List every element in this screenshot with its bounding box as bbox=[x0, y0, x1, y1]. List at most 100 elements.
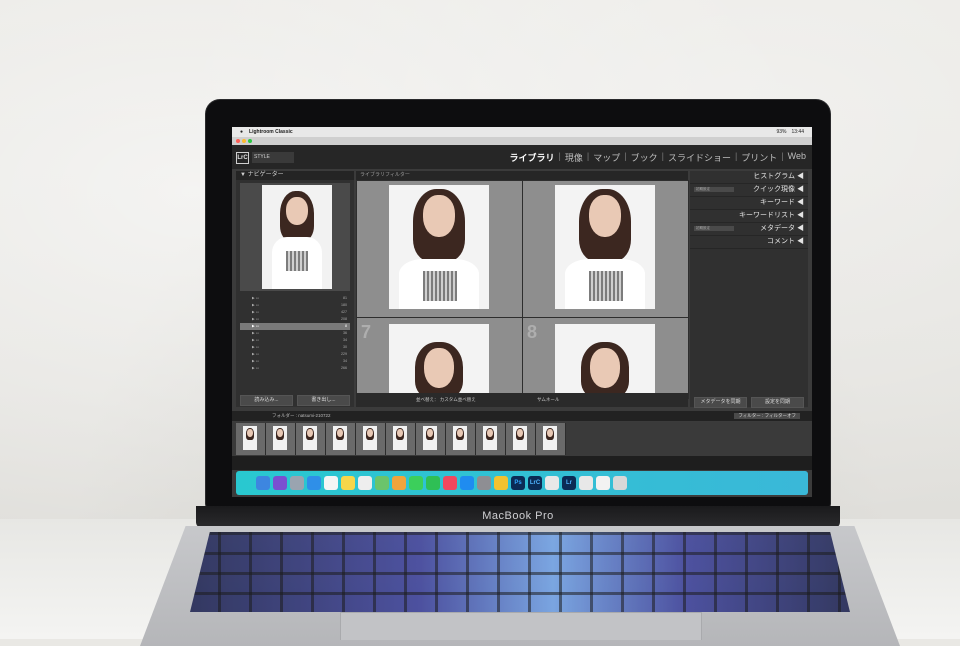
folder-item[interactable]: ▶ ▭ 81 bbox=[240, 295, 350, 302]
folder-item-selected[interactable]: ▶ ▭ 8 bbox=[240, 323, 350, 330]
grid-cell[interactable]: 8 bbox=[522, 317, 689, 399]
grid-photo bbox=[555, 324, 655, 398]
panel-quick-develop[interactable]: 初期設定 クイック現像 ◀ bbox=[690, 184, 808, 197]
navigator-label: ナビゲーター bbox=[247, 172, 284, 178]
folder-item[interactable]: ▶ ▭ 180 bbox=[240, 302, 350, 309]
folder-item[interactable]: ▶ ▭ 427 bbox=[240, 309, 350, 316]
minimize-window-icon[interactable] bbox=[242, 139, 246, 143]
appstore-icon[interactable] bbox=[460, 476, 474, 490]
panel-keywording[interactable]: キーワード ◀ bbox=[690, 197, 808, 210]
thumbnail-size-slider[interactable]: サムネール bbox=[537, 397, 559, 402]
downloads-icon[interactable] bbox=[579, 476, 593, 490]
close-window-icon[interactable] bbox=[236, 139, 240, 143]
photoshop-icon[interactable]: Ps bbox=[511, 476, 525, 490]
module-picker: ライブラリ | 現像 | マップ | ブック | スライドショー | プリント | Web bbox=[509, 151, 807, 164]
module-map[interactable]: マップ bbox=[593, 151, 620, 164]
notes-icon[interactable] bbox=[341, 476, 355, 490]
facetime-icon[interactable] bbox=[426, 476, 440, 490]
import-button[interactable]: 読み込み... bbox=[240, 395, 293, 406]
illustrator-icon[interactable] bbox=[545, 476, 559, 490]
folder-item[interactable]: ▶ ▭ 34 bbox=[240, 358, 350, 365]
folder-item[interactable]: ▶ ▭ 36 bbox=[240, 330, 350, 337]
siri-icon[interactable] bbox=[273, 476, 287, 490]
grid-cell[interactable] bbox=[356, 180, 523, 318]
finder-icon[interactable] bbox=[256, 476, 270, 490]
folder-item[interactable]: ▶ ▭ 266 bbox=[240, 365, 350, 372]
filmstrip-thumbnail[interactable] bbox=[236, 423, 266, 455]
filmstrip-thumbnail[interactable] bbox=[476, 423, 506, 455]
module-book[interactable]: ブック bbox=[631, 151, 658, 164]
calendar-icon[interactable] bbox=[324, 476, 338, 490]
panel-metadata[interactable]: 初期設定 メタデータ ◀ bbox=[690, 223, 808, 236]
library-filter-bar[interactable]: ライブラリフィルター bbox=[356, 171, 688, 180]
zoom-window-icon[interactable] bbox=[248, 139, 252, 143]
filmstrip-thumbnail[interactable] bbox=[326, 423, 356, 455]
module-print[interactable]: プリント bbox=[741, 151, 777, 164]
battery-status[interactable]: 93% bbox=[776, 129, 786, 135]
sort-control[interactable]: 並べ替え： カスタム並べ替え bbox=[416, 397, 476, 402]
quick-develop-preset[interactable]: 初期設定 bbox=[694, 187, 734, 192]
filmstrip-thumbnail[interactable] bbox=[356, 423, 386, 455]
grid-photo bbox=[389, 324, 489, 398]
clock[interactable]: 13:44 bbox=[791, 129, 804, 135]
grid-cell[interactable]: 7 bbox=[356, 317, 523, 399]
filter-dropdown[interactable]: フィルターオフ bbox=[765, 413, 796, 418]
folder-item[interactable]: ▶ ▭ 229 bbox=[240, 351, 350, 358]
laptop-screen: ● Lightroom Classic 93% 13:44 LrC STYLE … bbox=[232, 127, 812, 497]
photos-icon[interactable] bbox=[392, 476, 406, 490]
module-develop[interactable]: 現像 bbox=[565, 151, 583, 164]
right-panel: ヒストグラム ◀ 初期設定 クイック現像 ◀ キーワード ◀ キーワードリスト ◀… bbox=[690, 171, 808, 408]
filmstrip-thumbnail[interactable] bbox=[296, 423, 326, 455]
lr-module-header: LrC STYLE ライブラリ | 現像 | マップ | ブック | スライドショー | … bbox=[232, 145, 812, 169]
module-web[interactable]: Web bbox=[788, 151, 806, 164]
maps-icon[interactable] bbox=[375, 476, 389, 490]
export-button[interactable]: 書き出し... bbox=[297, 395, 350, 406]
chrome-icon[interactable] bbox=[494, 476, 508, 490]
panel-histogram[interactable]: ヒストグラム ◀ bbox=[690, 171, 808, 184]
filmstrip-thumbnail[interactable] bbox=[536, 423, 566, 455]
folder-item[interactable]: ▶ ▭ 34 bbox=[240, 337, 350, 344]
folder-item[interactable]: ▶ ▭ 30 bbox=[240, 344, 350, 351]
lightroom-classic-icon[interactable]: LrC bbox=[528, 476, 542, 490]
panel-comments[interactable]: コメント ◀ bbox=[690, 236, 808, 249]
safari-icon[interactable] bbox=[307, 476, 321, 490]
source-path[interactable]: フォルダー : natsumi-210722 bbox=[272, 413, 331, 418]
laptop-hinge: MacBook Pro bbox=[196, 506, 840, 528]
music-icon[interactable] bbox=[443, 476, 457, 490]
left-panel: ▼ ナビゲーター ▶ ▭ 81 ▶ ▭ 180 ▶ ▭ 427 ▶ ▭ 208 … bbox=[236, 171, 354, 407]
filmstrip-photo bbox=[363, 426, 377, 450]
grid-cell-number: 7 bbox=[361, 322, 372, 342]
grid-cell[interactable] bbox=[522, 180, 689, 318]
panel-keyword-list[interactable]: キーワードリスト ◀ bbox=[690, 210, 808, 223]
app-name-menu[interactable]: Lightroom Classic bbox=[249, 129, 293, 135]
lightroom-icon[interactable]: Lr bbox=[562, 476, 576, 490]
documents-icon[interactable] bbox=[596, 476, 610, 490]
lrc-logo: LrC bbox=[236, 152, 249, 164]
metadata-preset[interactable]: 初期設定 bbox=[694, 226, 734, 231]
filmstrip-thumbnail[interactable] bbox=[506, 423, 536, 455]
messages-icon[interactable] bbox=[409, 476, 423, 490]
filmstrip-thumbnail[interactable] bbox=[416, 423, 446, 455]
sync-metadata-button[interactable]: メタデータを同期 bbox=[694, 397, 747, 408]
filmstrip-photo bbox=[303, 426, 317, 450]
folder-item[interactable]: ▶ ▭ 208 bbox=[240, 316, 350, 323]
filmstrip-thumbnail[interactable] bbox=[266, 423, 296, 455]
sync-settings-button[interactable]: 設定を同期 bbox=[751, 397, 804, 408]
filmstrip-thumbnail[interactable] bbox=[446, 423, 476, 455]
filmstrip-photo bbox=[393, 426, 407, 450]
navigator-preview[interactable] bbox=[240, 183, 350, 291]
filmstrip-photo bbox=[243, 426, 257, 450]
settings-icon[interactable] bbox=[477, 476, 491, 490]
module-slideshow[interactable]: スライドショー bbox=[668, 151, 731, 164]
reminders-icon[interactable] bbox=[358, 476, 372, 490]
filmstrip-thumbnail[interactable] bbox=[386, 423, 416, 455]
trash-icon[interactable] bbox=[613, 476, 627, 490]
navigator-header[interactable]: ▼ ナビゲーター bbox=[236, 171, 354, 180]
filmstrip-photo bbox=[273, 426, 287, 450]
grid-cell-number: 8 bbox=[527, 322, 538, 342]
navigator-photo bbox=[262, 185, 332, 289]
mac-menubar: ● Lightroom Classic 93% 13:44 bbox=[232, 127, 812, 137]
module-library[interactable]: ライブラリ bbox=[510, 151, 555, 164]
apple-icon[interactable]: ● bbox=[240, 129, 243, 135]
launchpad-icon[interactable] bbox=[290, 476, 304, 490]
